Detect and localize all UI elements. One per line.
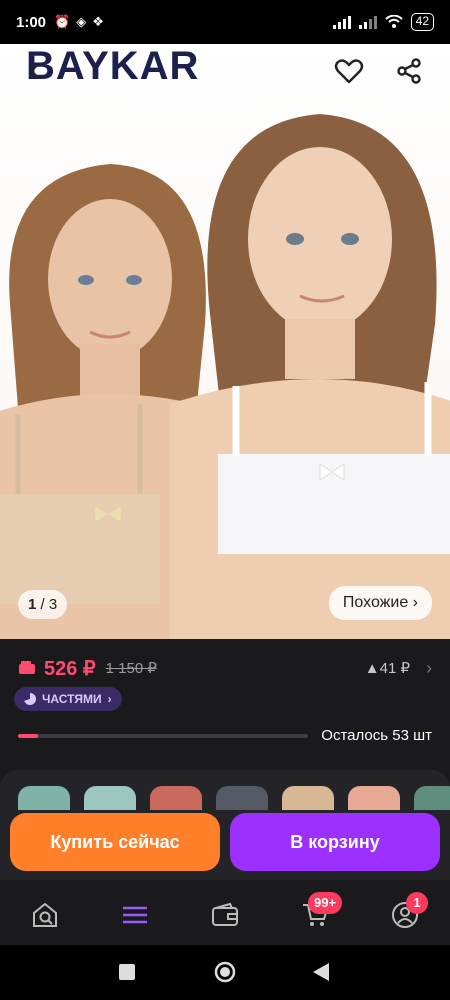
back-icon[interactable]: ‹ <box>30 56 52 82</box>
image-counter: 1 / 3 <box>18 590 68 619</box>
related-product-thumb[interactable] <box>282 786 334 810</box>
related-product-thumb[interactable] <box>414 786 450 810</box>
product-image[interactable]: BAYKAR ‹ 1 / 3 Похожие › <box>0 44 450 639</box>
installments-badge[interactable]: ЧАСТЯМИ › <box>14 687 122 711</box>
status-time: 1:00 <box>16 13 47 31</box>
recent-apps-icon[interactable] <box>118 963 136 981</box>
search-home-icon[interactable] <box>30 900 60 930</box>
similar-button[interactable]: Похожие › <box>328 586 432 620</box>
related-products-strip <box>0 770 450 810</box>
wifi-icon <box>384 15 403 28</box>
share-icon[interactable] <box>394 56 424 86</box>
product-photo-right-model <box>170 114 450 639</box>
image-counter-total: 3 <box>48 596 58 613</box>
price-panel: 526 ₽ 1 150 ₽ ▲41 ₽ › ЧАСТЯМИ › Осталось… <box>0 639 450 759</box>
related-product-thumb[interactable] <box>150 786 202 810</box>
signal-2-icon <box>358 15 377 29</box>
related-product-thumb[interactable] <box>216 786 268 810</box>
back-nav-icon[interactable] <box>312 962 330 982</box>
stock-remaining: Осталось 53 шт <box>321 727 432 744</box>
pie-icon <box>24 693 36 705</box>
buy-now-button[interactable]: Купить сейчас <box>10 813 220 871</box>
signal-icon <box>332 15 351 29</box>
stock-progress-bar <box>18 734 308 738</box>
status-bar: 1:00 ⏰ ◈ ❖ 42 <box>0 0 450 44</box>
wallet-nav-icon[interactable] <box>210 900 240 930</box>
wallet-icon <box>19 661 35 674</box>
price-row: 526 ₽ 1 150 ₽ ▲41 ₽ › <box>18 655 432 681</box>
catalog-menu-icon[interactable] <box>120 900 150 930</box>
current-price: 526 ₽ <box>44 657 96 680</box>
bottom-navigation: 99+ 1 <box>0 880 450 945</box>
price-change[interactable]: ▲41 ₽ <box>365 659 410 677</box>
battery-level: 42 <box>410 13 434 31</box>
image-counter-current: 1 <box>28 596 37 613</box>
stock-progress-fill <box>18 734 39 738</box>
old-price: 1 150 ₽ <box>105 660 157 677</box>
related-product-thumb[interactable] <box>84 786 136 810</box>
action-bar: Купить сейчас В корзину <box>0 810 450 880</box>
add-to-cart-button[interactable]: В корзину <box>230 813 440 871</box>
chevron-right-icon[interactable]: › <box>426 658 432 679</box>
profile-notification-badge: 1 <box>406 892 428 914</box>
home-icon[interactable] <box>213 960 237 984</box>
similar-label: Похожие <box>342 594 409 611</box>
brand-logo: BAYKAR <box>26 44 200 88</box>
cart-count-badge: 99+ <box>308 892 343 914</box>
related-product-thumb[interactable] <box>348 786 400 810</box>
chevron-right-icon: › <box>412 594 418 611</box>
app-notification-icon: ❖ <box>92 14 104 29</box>
system-navigation-bar <box>0 945 450 1000</box>
layers-icon: ◈ <box>76 14 87 29</box>
favorite-heart-icon[interactable] <box>334 56 364 86</box>
installments-label: ЧАСТЯМИ <box>42 692 102 706</box>
chevron-right-icon: › <box>107 692 112 706</box>
related-product-thumb[interactable] <box>18 786 70 810</box>
alarm-off-icon: ⏰ <box>54 14 71 29</box>
